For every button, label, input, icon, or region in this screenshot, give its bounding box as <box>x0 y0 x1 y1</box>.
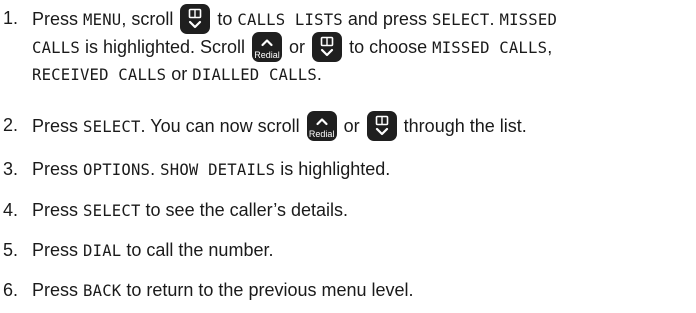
text: Press <box>32 9 84 29</box>
step-number: 1. <box>3 8 19 28</box>
text: or <box>284 37 311 57</box>
step-line: CALLS is highlighted. Scroll Redial or t… <box>32 32 696 62</box>
redial-key-label: Redial <box>254 50 280 60</box>
text: Press <box>32 116 84 136</box>
display-text-select: SELECT <box>431 11 490 29</box>
step-line: Press SELECT to see the caller’s details… <box>32 196 696 224</box>
display-text-select: SELECT <box>83 118 141 136</box>
step-text: Press SELECT. You can now scroll Redial … <box>32 111 696 141</box>
display-text-select: SELECT <box>83 202 141 220</box>
text: and press <box>342 9 432 29</box>
display-text-calls-lists: CALLS LISTS <box>237 11 343 29</box>
text: . <box>150 159 161 179</box>
text: Press <box>32 280 84 300</box>
text: through the list. <box>398 116 527 136</box>
redial-key-label: Redial <box>308 129 335 139</box>
step-line: Press SELECT. You can now scroll Redial … <box>32 111 696 141</box>
display-text-menu: MENU <box>83 11 122 29</box>
redial-up-icon: Redial <box>306 111 337 141</box>
text: , scroll <box>121 9 179 29</box>
text: to choose <box>344 37 433 57</box>
display-text-show-details: SHOW DETAILS <box>160 161 276 179</box>
display-text-back: BACK <box>83 282 122 300</box>
text: , <box>547 37 553 57</box>
phonebook-down-icon <box>366 111 397 141</box>
step-number: 6. <box>3 280 19 300</box>
text: Press <box>32 200 84 220</box>
step-text: Press MENU, scroll to CALLS LISTS and pr… <box>32 4 696 88</box>
step-line: Press DIAL to call the number. <box>32 236 696 264</box>
text: . <box>489 9 500 29</box>
text: . You can now scroll <box>140 116 305 136</box>
display-text-missed: MISSED <box>499 11 558 29</box>
text: is highlighted. Scroll <box>79 37 251 57</box>
display-text-options: OPTIONS <box>83 161 151 179</box>
step-text: Press DIAL to call the number. <box>32 236 696 264</box>
text: is highlighted. <box>275 159 391 179</box>
text: . <box>316 64 322 84</box>
phonebook-down-icon <box>312 32 343 62</box>
step-number: 2. <box>3 115 19 135</box>
text: or <box>338 116 365 136</box>
text: to <box>212 9 238 29</box>
phonebook-down-icon <box>180 4 211 34</box>
step-number: 3. <box>3 159 19 179</box>
display-text-missed-calls: MISSED CALLS <box>432 39 548 57</box>
text: to return to the previous menu level. <box>121 280 414 300</box>
step-number: 5. <box>3 240 19 260</box>
display-text-dialled-calls: DIALLED CALLS <box>192 66 317 84</box>
step-line: Press MENU, scroll to CALLS LISTS and pr… <box>32 4 696 34</box>
step-line: RECEIVED CALLS or DIALLED CALLS. <box>32 60 696 88</box>
text: Press <box>32 159 84 179</box>
step-text: Press OPTIONS. SHOW DETAILS is highlight… <box>32 155 696 183</box>
text: to call the number. <box>121 240 274 260</box>
step-number: 4. <box>3 200 19 220</box>
display-text-calls: CALLS <box>32 39 80 57</box>
display-text-dial: DIAL <box>83 242 122 260</box>
text: or <box>166 64 193 84</box>
step-text: Press BACK to return to the previous men… <box>32 276 696 304</box>
redial-up-icon: Redial <box>252 32 283 62</box>
display-text-received-calls: RECEIVED CALLS <box>32 66 167 84</box>
step-line: Press OPTIONS. SHOW DETAILS is highlight… <box>32 155 696 183</box>
text: Press <box>32 240 84 260</box>
step-line: Press BACK to return to the previous men… <box>32 276 696 304</box>
step-text: Press SELECT to see the caller’s details… <box>32 196 696 224</box>
text: to see the caller’s details. <box>140 200 348 220</box>
